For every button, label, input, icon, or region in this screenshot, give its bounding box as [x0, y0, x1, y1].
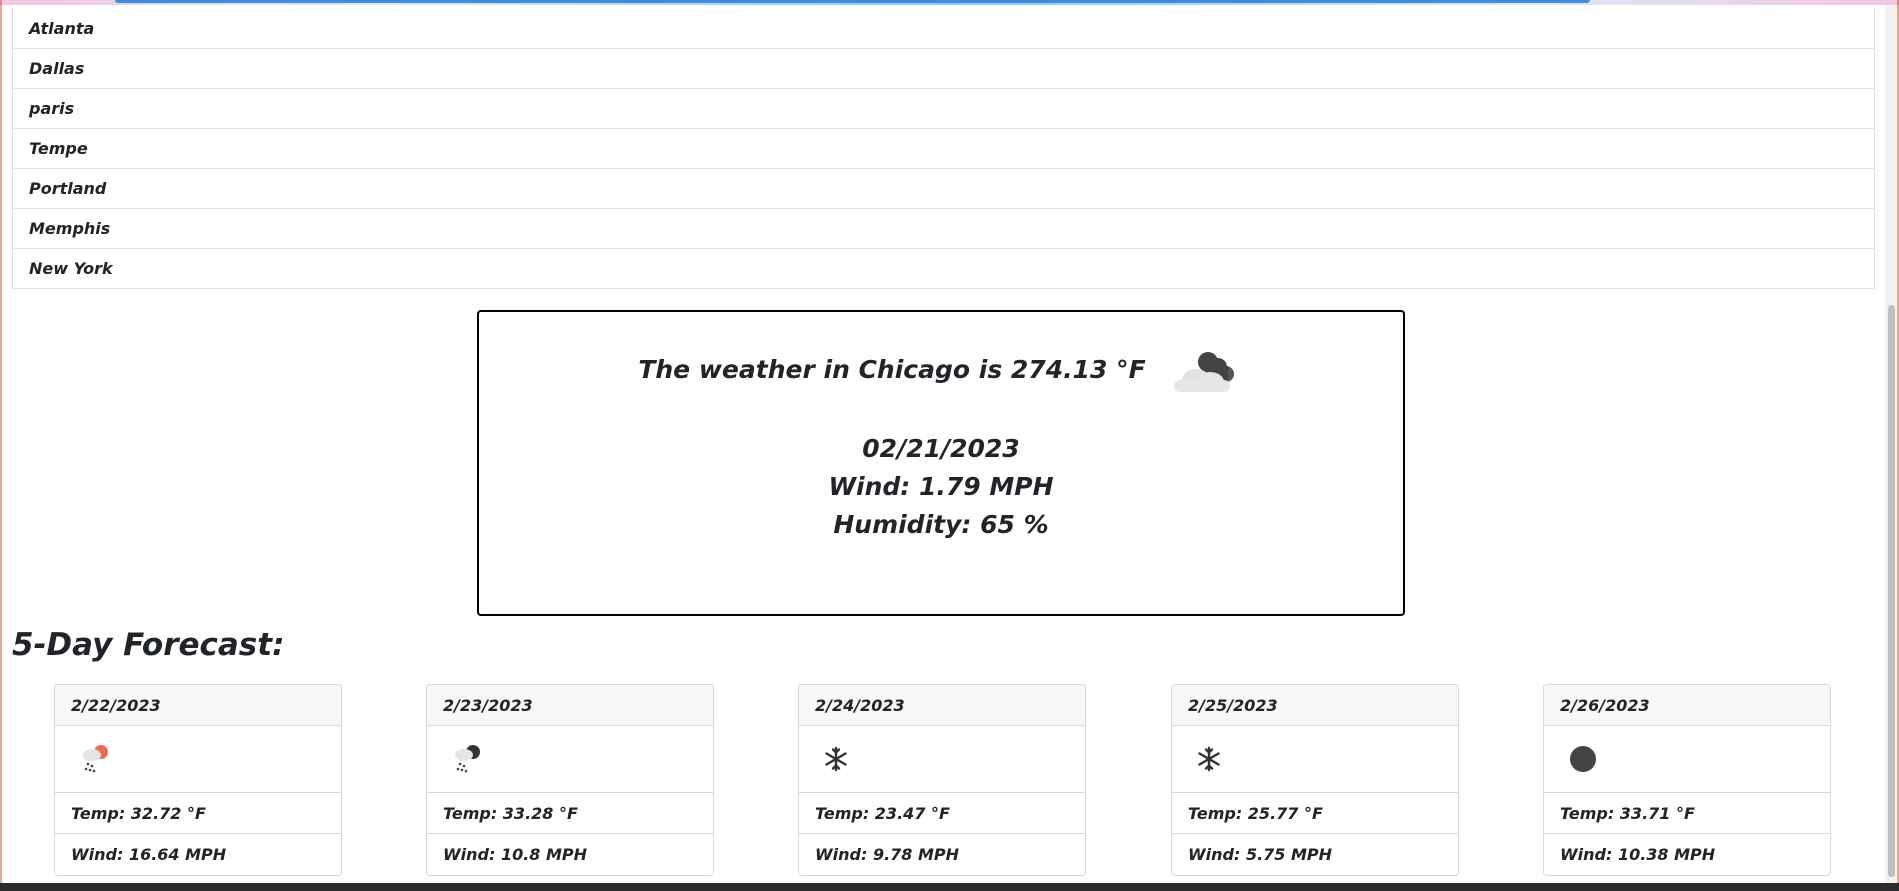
current-weather-header: The weather in Chicago is 274.13 °F: [479, 342, 1403, 396]
scrollbar-thumb[interactable]: [1888, 305, 1895, 877]
forecast-date: 2/24/2023: [799, 685, 1085, 726]
forecast-date: 2/26/2023: [1544, 685, 1830, 726]
history-item-paris[interactable]: paris: [13, 88, 1874, 128]
rain-snow-night-icon: [455, 745, 480, 773]
forecast-card: 2/26/2023 Temp: 33.71 °F Wind: 10.38 MPH: [1543, 684, 1831, 876]
moon-icon: [1570, 746, 1596, 772]
rain-snow-day-icon: [83, 745, 108, 773]
history-item-dallas[interactable]: Dallas: [13, 48, 1874, 88]
forecast-icon-row: [1544, 726, 1830, 793]
forecast-wind: Wind: 9.78 MPH: [815, 845, 960, 864]
current-humidity: Humidity: 65 %: [833, 510, 1049, 539]
forecast-card: 2/24/2023 Temp: 23.47 °F Wind: 9.78 MPH: [798, 684, 1086, 876]
current-weather-details: 02/21/2023 Wind: 1.79 MPH Humidity: 65 %: [479, 430, 1403, 544]
history-item-atlanta[interactable]: Atlanta: [13, 8, 1874, 48]
forecast-wind: Wind: 10.8 MPH: [443, 845, 588, 864]
window-top-strip: [0, 0, 1899, 5]
forecast-wind: Wind: 10.38 MPH: [1560, 845, 1716, 864]
history-item-new-york[interactable]: New York: [13, 248, 1874, 288]
forecast-temp: Temp: 33.28 °F: [427, 793, 713, 834]
history-item-portland[interactable]: Portland: [13, 168, 1874, 208]
forecast-icon-row: [55, 726, 341, 793]
forecast-date: 2/22/2023: [55, 685, 341, 726]
forecast-temp: Temp: 32.72 °F: [55, 793, 341, 834]
forecast-icon-row: [1172, 726, 1458, 793]
forecast-wind: Wind: 5.75 MPH: [1188, 845, 1333, 864]
current-date: 02/21/2023: [862, 434, 1020, 463]
forecast-icon-row: [799, 726, 1085, 793]
forecast-temp: Temp: 33.71 °F: [1544, 793, 1830, 834]
current-wind: Wind: 1.79 MPH: [828, 472, 1054, 501]
forecast-date: 2/23/2023: [427, 685, 713, 726]
broken-clouds-icon: [1173, 352, 1234, 392]
forecast-heading: 5-Day Forecast:: [12, 627, 285, 663]
forecast-card: 2/25/2023 Temp: 25.77 °F Wind: 5.75 MPH: [1171, 684, 1459, 876]
taskbar-edge: [0, 883, 1899, 891]
snowflake-icon: [1198, 746, 1220, 772]
forecast-card: 2/23/2023 Temp: 33.28 °F Wind: 10.8 MPH: [426, 684, 714, 876]
forecast-icon-row: [427, 726, 713, 793]
forecast-card: 2/22/2023 Temp: 32.72 °F Wind: 16.64 MPH: [54, 684, 342, 876]
forecast-temp: Temp: 23.47 °F: [799, 793, 1085, 834]
current-weather-title: The weather in Chicago is 274.13 °F: [638, 354, 1146, 384]
window-left-edge: [0, 0, 2, 891]
history-item-tempe[interactable]: Tempe: [13, 128, 1874, 168]
current-weather-card: The weather in Chicago is 274.13 °F 02/2…: [477, 310, 1405, 616]
history-item-memphis[interactable]: Memphis: [13, 208, 1874, 248]
forecast-wind: Wind: 16.64 MPH: [71, 845, 227, 864]
browser-tab-accent: [115, 0, 1590, 3]
forecast-date: 2/25/2023: [1172, 685, 1458, 726]
snowflake-icon: [825, 746, 847, 772]
forecast-temp: Temp: 25.77 °F: [1172, 793, 1458, 834]
search-history-list: Atlanta Dallas paris Tempe Portland Memp…: [12, 8, 1875, 289]
